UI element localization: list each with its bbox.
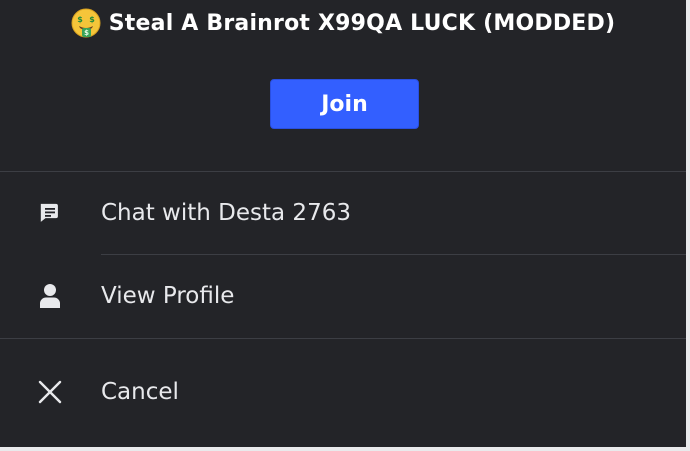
menu-item-cancel[interactable]: Cancel xyxy=(0,357,686,427)
svg-text:$: $ xyxy=(89,15,95,24)
screen-edge xyxy=(686,0,690,451)
svg-text:$: $ xyxy=(77,15,83,24)
game-title: Steal A Brainrot X99QA LUCK (MODDED) xyxy=(108,10,616,36)
divider xyxy=(0,171,686,172)
menu-item-label: Cancel xyxy=(101,379,179,405)
divider xyxy=(101,254,686,255)
join-button[interactable]: Join xyxy=(270,79,419,129)
divider xyxy=(0,338,686,339)
person-icon xyxy=(37,283,63,309)
context-sheet: $ $ $ Steal A Brainrot X99QA LUCK (MODDE… xyxy=(0,0,686,447)
game-title-row: $ $ $ Steal A Brainrot X99QA LUCK (MODDE… xyxy=(0,6,686,40)
menu-item-chat[interactable]: Chat with Desta 2763 xyxy=(0,178,686,248)
screen-edge xyxy=(0,447,690,451)
menu-item-label: View Profile xyxy=(101,283,235,309)
menu-item-view-profile[interactable]: View Profile xyxy=(0,261,686,331)
menu-item-label: Chat with Desta 2763 xyxy=(101,200,351,226)
close-icon xyxy=(37,379,63,405)
chat-icon xyxy=(37,200,63,226)
svg-text:$: $ xyxy=(84,29,89,37)
money-mouth-face-icon: $ $ $ xyxy=(71,8,101,38)
